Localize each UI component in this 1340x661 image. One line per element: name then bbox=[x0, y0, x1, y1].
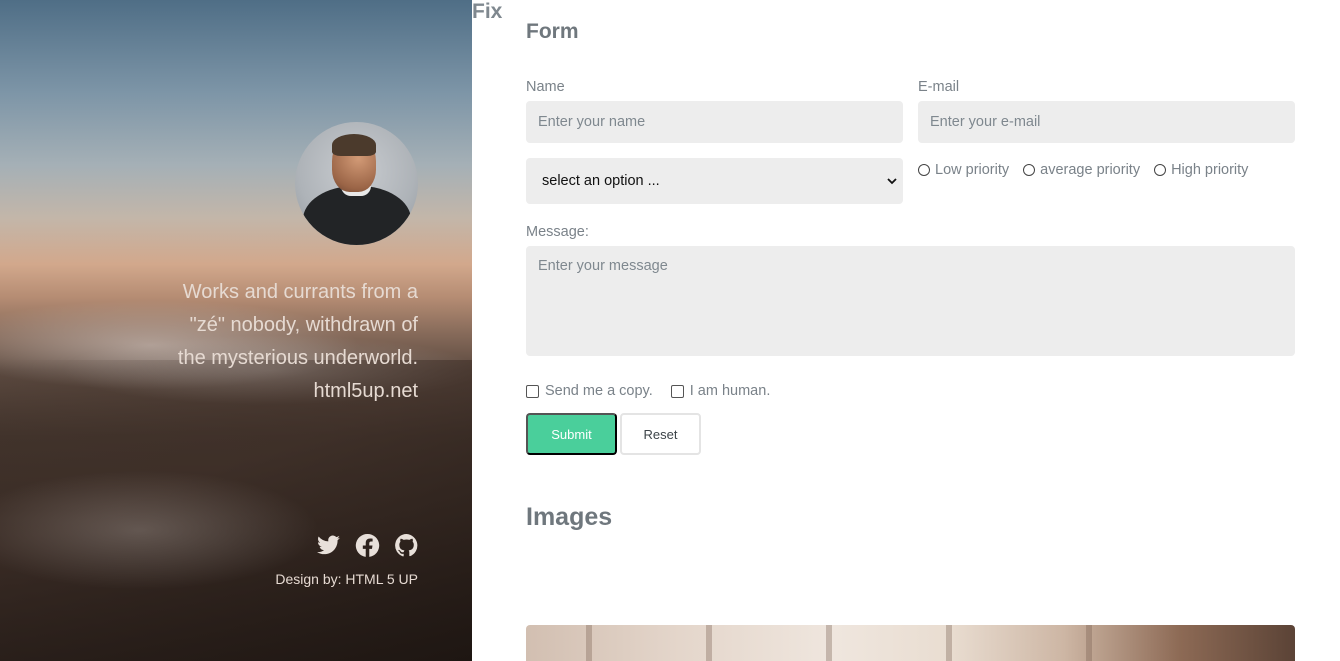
design-credit: Design by: HTML 5 UP bbox=[275, 571, 418, 587]
name-label: Name bbox=[526, 79, 565, 95]
radio-circle[interactable] bbox=[918, 164, 930, 176]
tagline-line: the mysterious underworld. bbox=[177, 347, 418, 369]
form-heading: Form bbox=[526, 20, 579, 43]
image-detail bbox=[586, 625, 592, 661]
priority-high-radio[interactable]: High priority bbox=[1154, 162, 1248, 178]
image-detail bbox=[826, 625, 832, 661]
avatar-hair bbox=[332, 134, 376, 156]
reset-button[interactable]: Reset bbox=[620, 413, 701, 455]
checkbox-label: Send me a copy. bbox=[545, 383, 653, 399]
social-links bbox=[315, 532, 420, 559]
tagline-line: "zé" nobody, withdrawn of bbox=[189, 314, 418, 336]
image-detail bbox=[1086, 625, 1092, 661]
checkbox-label: I am human. bbox=[689, 383, 771, 399]
radio-label: Low priority bbox=[935, 162, 1010, 178]
category-select[interactable]: select an option ... bbox=[526, 158, 903, 204]
message-textarea[interactable] bbox=[526, 246, 1295, 356]
twitter-icon[interactable] bbox=[315, 532, 342, 559]
images-heading: Images bbox=[526, 503, 613, 531]
fix-heading: Fix bbox=[472, 0, 503, 23]
radio-circle[interactable] bbox=[1023, 164, 1036, 176]
github-icon[interactable] bbox=[393, 532, 420, 559]
radio-label: average priority bbox=[1040, 162, 1141, 178]
facebook-icon[interactable] bbox=[354, 532, 381, 559]
background-mist bbox=[0, 470, 320, 590]
select-value: select an option ... bbox=[542, 173, 660, 189]
tagline-line: Works and currants from a bbox=[182, 281, 418, 303]
human-checkbox[interactable]: I am human. bbox=[670, 383, 771, 399]
submit-button[interactable]: Submit bbox=[526, 413, 617, 455]
send-copy-checkbox[interactable]: Send me a copy. bbox=[526, 383, 653, 399]
checkbox-box[interactable] bbox=[526, 384, 539, 398]
main-content: Form Name E-mail select an option ... Lo… bbox=[472, 0, 1340, 661]
image-detail bbox=[706, 625, 712, 661]
tagline: Works and currants from a "zé" nobody, w… bbox=[128, 276, 418, 408]
checkbox-group: Send me a copy. I am human. bbox=[526, 383, 770, 399]
chevron-down-icon bbox=[887, 178, 897, 185]
priority-low-radio[interactable]: Low priority bbox=[918, 162, 1009, 178]
image-detail bbox=[946, 625, 952, 661]
name-input[interactable] bbox=[526, 101, 903, 143]
email-input[interactable] bbox=[918, 101, 1295, 143]
tagline-link[interactable]: html5up.net bbox=[128, 375, 418, 408]
sidebar: Works and currants from a "zé" nobody, w… bbox=[0, 0, 472, 661]
priority-radio-group: Low priority average priority High prior… bbox=[918, 162, 1248, 178]
message-label: Message: bbox=[526, 224, 589, 240]
avatar bbox=[295, 122, 418, 245]
radio-circle[interactable] bbox=[1154, 164, 1167, 176]
radio-label: High priority bbox=[1171, 162, 1249, 178]
fix-image bbox=[526, 625, 1295, 661]
priority-average-radio[interactable]: average priority bbox=[1023, 162, 1140, 178]
email-label: E-mail bbox=[918, 79, 960, 95]
checkbox-box[interactable] bbox=[670, 384, 684, 398]
